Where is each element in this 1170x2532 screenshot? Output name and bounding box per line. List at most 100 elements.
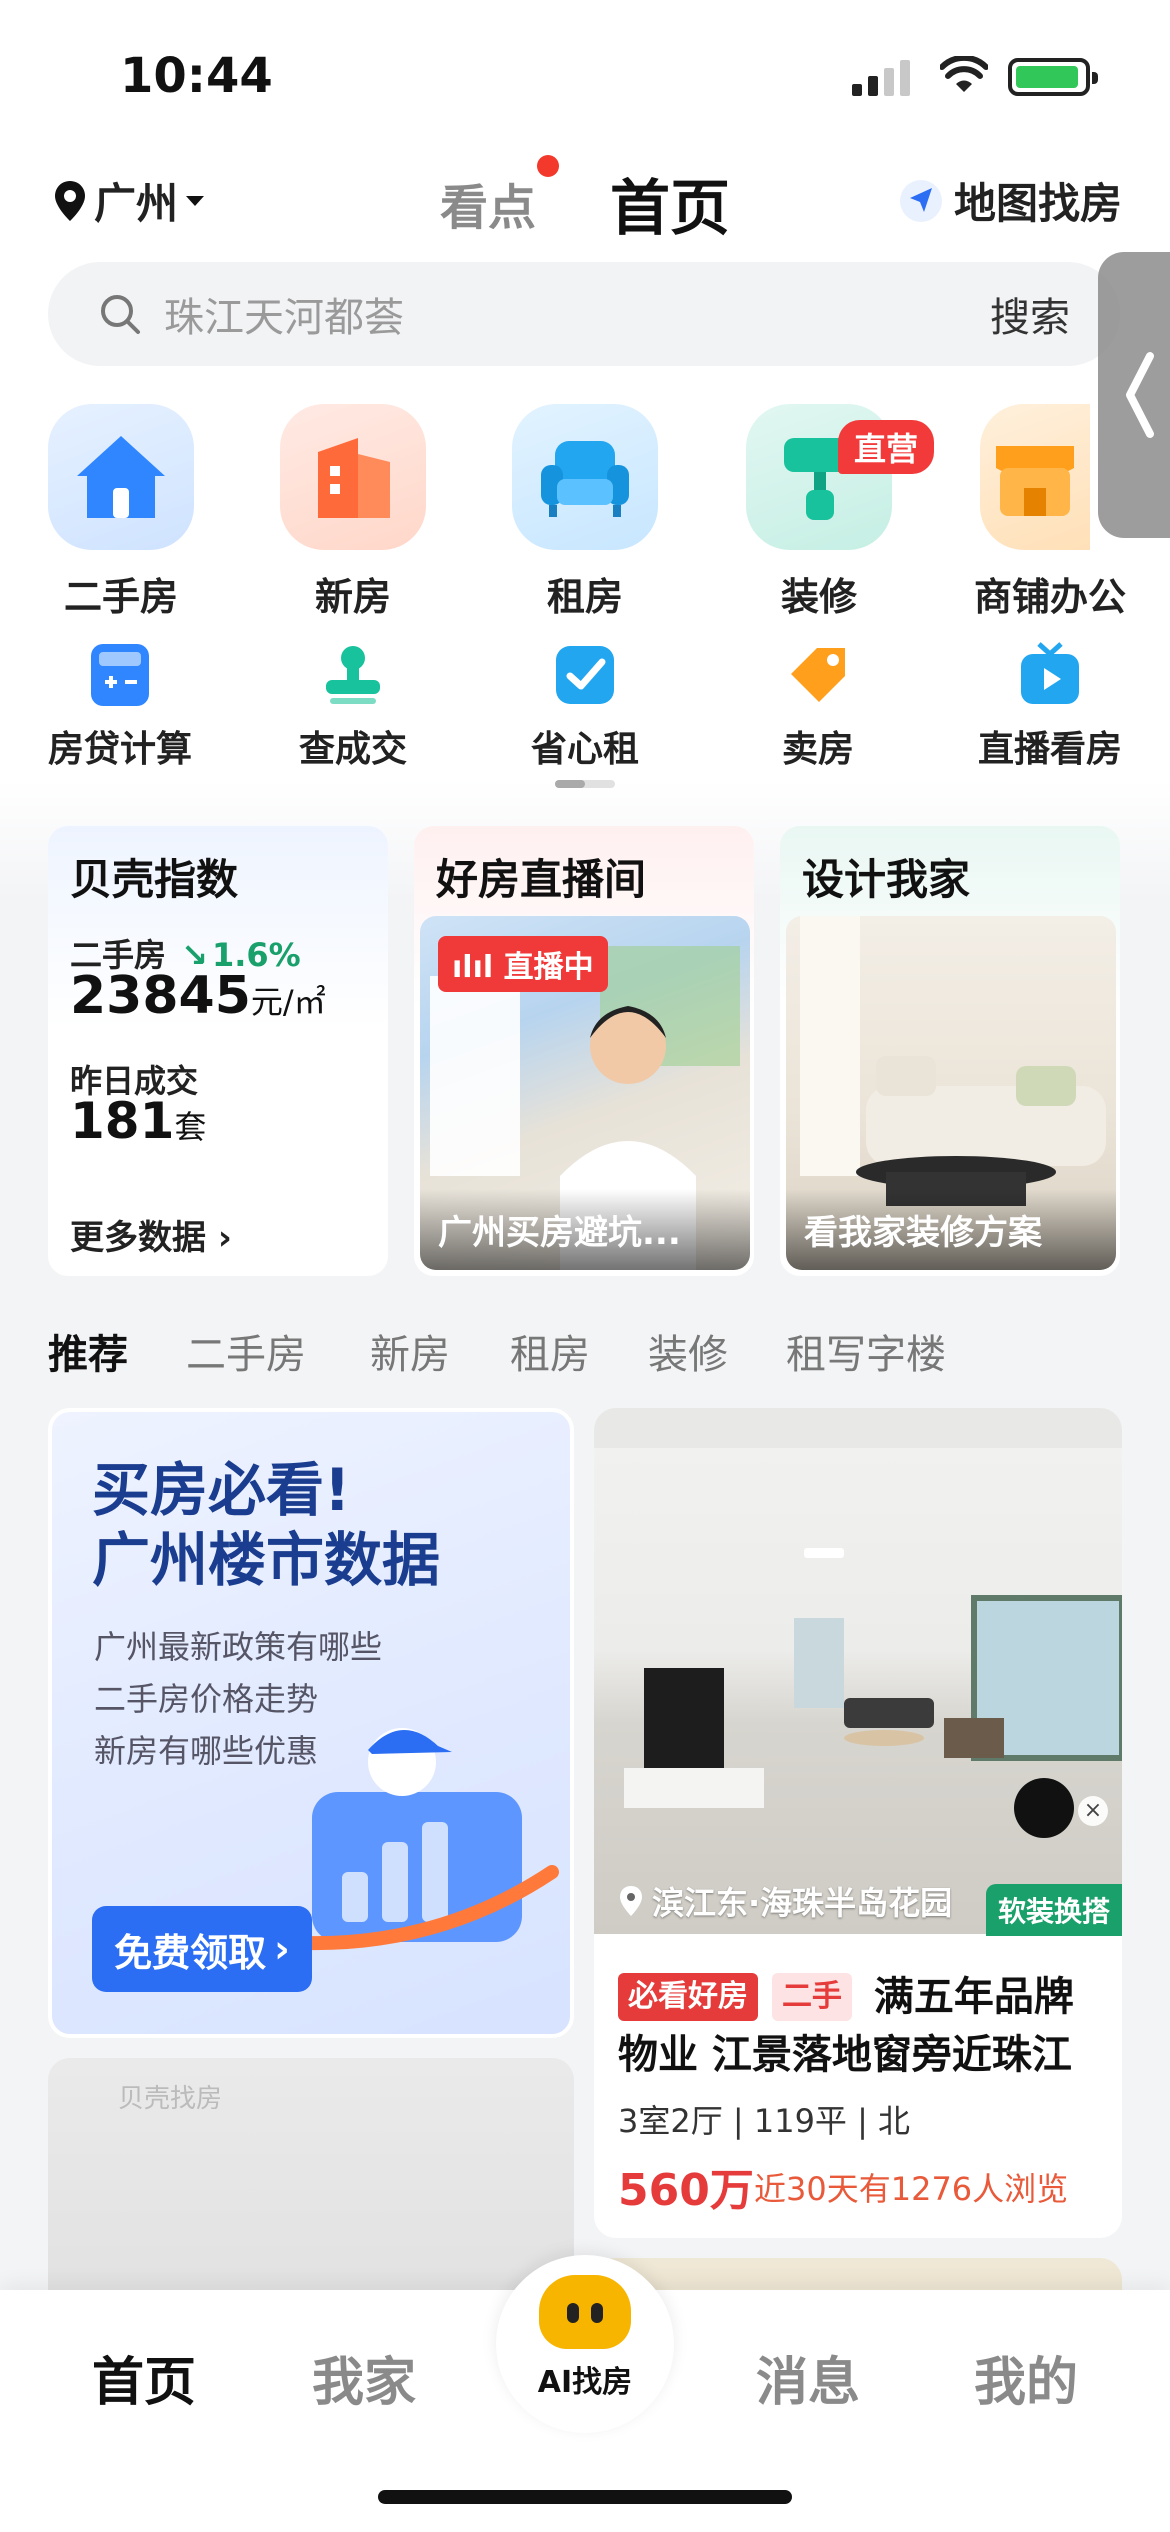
stamp-icon[interactable]	[318, 640, 388, 710]
chevron-right-icon: ›	[217, 1218, 232, 1258]
listing-views: 近30天有1276人浏览	[754, 2170, 1069, 2208]
chevron-left-icon	[1126, 352, 1154, 438]
nav-my-home[interactable]: 我家	[312, 2340, 416, 2415]
deal-count-value: 181	[70, 1092, 175, 1150]
close-icon[interactable]: ×	[1078, 1796, 1108, 1826]
ai-house-finder-label: AI找房	[537, 2365, 633, 2400]
ai-mascot-icon	[539, 2275, 631, 2349]
more-data-link[interactable]: 更多数据 ›	[70, 1210, 232, 1259]
second-hand-house-label: 二手房	[63, 575, 178, 619]
location-pin-icon	[55, 180, 85, 221]
shop-office-button[interactable]	[980, 404, 1090, 550]
feed-tab-second-hand[interactable]: 二手房	[186, 1322, 306, 1380]
free-claim-label: 免费领取	[114, 1930, 267, 1975]
index-price: 23845元/㎡	[70, 966, 326, 1026]
tag-icon[interactable]	[783, 640, 853, 710]
shop-icon	[996, 446, 1074, 516]
tab-home[interactable]: 首页	[610, 160, 730, 247]
listing-price: 560万	[618, 2165, 754, 2216]
check-box-icon[interactable]	[550, 640, 620, 710]
more-data-label: 更多数据	[70, 1218, 206, 1258]
worry-free-rent-label[interactable]: 省心租	[485, 720, 685, 772]
soft-furnishing-badge: 软装换搭	[985, 1884, 1122, 1936]
map-search-button[interactable]: 地图找房	[898, 170, 1122, 231]
status-time: 10:44	[120, 48, 273, 104]
sell-house-label[interactable]: 卖房	[718, 720, 918, 772]
design-caption: 看我家装修方案	[786, 1189, 1116, 1270]
price-unit: 元/㎡	[250, 983, 326, 1021]
design-home-card[interactable]: 设计我家 看我家装修方案	[780, 826, 1120, 1276]
live-caption: 广州买房避坑...	[420, 1189, 750, 1270]
live-room-card[interactable]: 好房直播间 ılıl 直播中 广州买房避坑...	[414, 826, 754, 1276]
icon-pager-indicator	[555, 780, 615, 788]
caret-down-icon	[186, 195, 205, 206]
house-icon	[77, 436, 165, 518]
chart-mascot-illustration	[282, 1728, 559, 1951]
tv-icon[interactable]	[1015, 640, 1085, 710]
live-card-title: 好房直播间	[436, 855, 647, 904]
promo-title-line1: 买房必看!	[92, 1456, 351, 1524]
feed-tab-office-rent[interactable]: 租写字楼	[786, 1322, 946, 1380]
battery-icon	[1008, 58, 1098, 96]
live-bars-icon: ılıl	[452, 950, 494, 985]
beike-index-card[interactable]: 贝壳指数 二手房 ↘ 1.6% 23845元/㎡ 昨日成交 181套 更多数据 ›	[48, 826, 388, 1276]
search-button[interactable]: 搜索	[990, 285, 1070, 343]
map-navigation-icon	[900, 179, 942, 222]
new-house-button[interactable]	[280, 404, 426, 550]
nav-home[interactable]: 首页	[92, 2340, 196, 2415]
live-badge-label: 直播中	[503, 950, 594, 985]
deal-lookup-label[interactable]: 查成交	[253, 720, 453, 772]
price-value: 23845	[70, 966, 251, 1026]
watermark-text: 贝壳找房	[118, 2084, 223, 2114]
house-listing-card[interactable]: × 滨江东·海珠半岛花园 软装换搭 必看好房 二手 满五年品牌物业 江景落地窗旁…	[594, 1408, 1122, 2238]
map-search-label: 地图找房	[954, 179, 1123, 228]
promo-title-line2: 广州楼市数据	[92, 1525, 441, 1594]
city-selector[interactable]: 广州	[52, 170, 206, 231]
feed-tab-recommend[interactable]: 推荐	[48, 1322, 128, 1380]
shop-office-label: 商铺办公	[973, 575, 1126, 619]
promo-line-1: 广州最新政策有哪些	[94, 1628, 383, 1666]
nav-messages[interactable]: 消息	[756, 2340, 860, 2415]
sofa-icon	[541, 441, 629, 517]
live-thumbnail[interactable]: ılıl 直播中 广州买房避坑...	[420, 916, 750, 1270]
deal-count: 181套	[70, 1092, 206, 1150]
mortgage-calculator-label[interactable]: 房贷计算	[20, 720, 220, 772]
listing-spec: 3室2厅 | 119平 | 北	[618, 2102, 911, 2140]
notification-dot	[537, 155, 559, 177]
listing-location-label: 滨江东·海珠半岛花园	[652, 1884, 953, 1922]
chevron-right-icon: ›	[274, 1927, 290, 1971]
calculator-icon[interactable]	[85, 640, 155, 710]
living-room-photo	[594, 1408, 1122, 1838]
market-data-promo-card[interactable]: 买房必看! 广州楼市数据 广州最新政策有哪些 二手房价格走势 新房有哪些优惠 免费…	[48, 1408, 574, 2038]
listing-title: 必看好房 二手 满五年品牌物业 江景落地窗旁近珠江	[618, 1968, 1108, 2084]
listing-location: 滨江东·海珠半岛花园	[618, 1878, 952, 1924]
new-house-label: 新房	[314, 575, 391, 619]
tab-kandian[interactable]: 看点	[440, 168, 536, 238]
feed-tab-rent[interactable]: 租房	[510, 1322, 590, 1380]
live-badge: ılıl 直播中	[438, 936, 608, 992]
live-viewing-label[interactable]: 直播看房	[950, 720, 1150, 772]
feed-tab-new-house[interactable]: 新房	[370, 1322, 450, 1380]
design-thumbnail[interactable]: 看我家装修方案	[786, 916, 1116, 1270]
wifi-icon	[940, 56, 988, 92]
cellular-signal-icon	[852, 60, 910, 96]
second-hand-house-button[interactable]	[48, 404, 194, 550]
must-see-tag: 必看好房	[618, 1973, 758, 2021]
design-card-title: 设计我家	[802, 855, 971, 904]
location-pin-icon	[620, 1886, 642, 1916]
side-drawer-handle[interactable]	[1098, 252, 1170, 538]
renovation-label: 装修	[780, 575, 857, 619]
index-card-title: 贝壳指数	[70, 855, 239, 904]
promo-title: 买房必看! 广州楼市数据	[92, 1456, 440, 1595]
ai-house-finder-button[interactable]: AI找房	[496, 2255, 674, 2433]
second-hand-tag: 二手	[771, 1973, 852, 2021]
feed-tab-renovation[interactable]: 装修	[648, 1322, 728, 1380]
search-bar[interactable]: 珠江天河都荟 搜索	[48, 262, 1120, 366]
search-placeholder: 珠江天河都荟	[164, 295, 404, 341]
rent-button[interactable]	[512, 404, 658, 550]
home-indicator	[378, 2490, 792, 2504]
free-claim-button[interactable]: 免费领取 ›	[92, 1906, 312, 1992]
listing-photo[interactable]: × 滨江东·海珠半岛花园 软装换搭	[594, 1408, 1122, 1936]
city-name: 广州	[94, 179, 179, 228]
nav-profile[interactable]: 我的	[974, 2340, 1078, 2415]
